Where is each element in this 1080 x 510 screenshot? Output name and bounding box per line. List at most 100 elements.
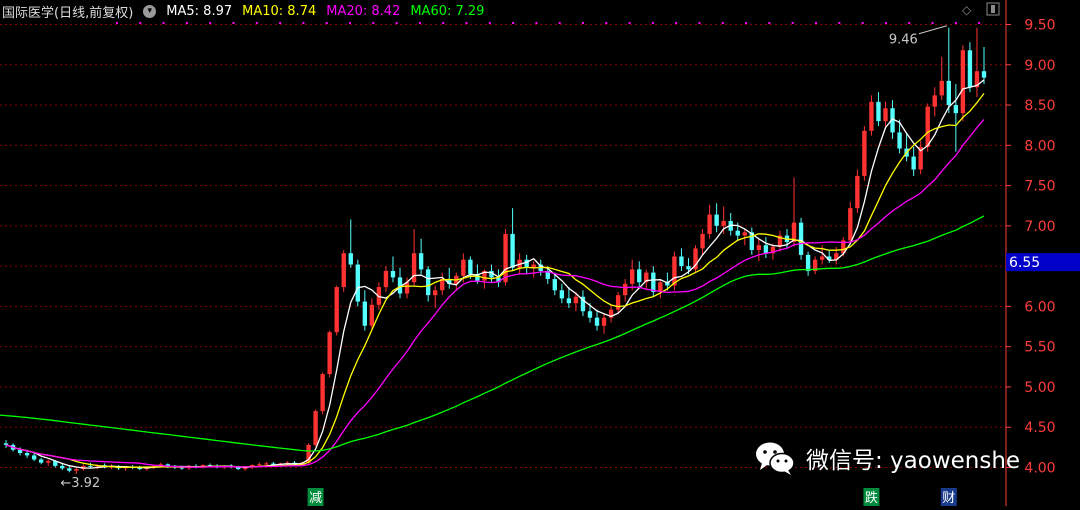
candle-body — [503, 234, 507, 282]
candle-body — [320, 374, 324, 411]
candle-body — [313, 411, 317, 445]
ma60-line — [6, 216, 984, 451]
candle-body — [954, 105, 958, 113]
top-marker-dot — [955, 22, 957, 24]
high-label: 9.46 — [889, 33, 918, 48]
high-arrow — [919, 26, 947, 34]
candle-body — [370, 305, 374, 326]
top-marker-dot — [256, 22, 258, 24]
top-marker-dot — [815, 22, 817, 24]
top-marker-dot — [326, 22, 328, 24]
candle-body — [961, 50, 965, 113]
event-tag-label: 跌 — [865, 490, 878, 506]
candle-body — [468, 260, 472, 274]
top-marker-dot — [489, 22, 491, 24]
candle-body — [947, 81, 951, 105]
candle-body — [25, 453, 29, 455]
candle-body — [412, 253, 416, 282]
y-tick-label: 4.50 — [1024, 420, 1055, 436]
candle-body — [911, 157, 915, 170]
candle-body — [658, 282, 662, 292]
candle-body — [510, 234, 514, 268]
ma60-label: MA60: 7.29 — [410, 4, 484, 19]
top-marker-dot — [582, 22, 584, 24]
y-tick-label: 7.00 — [1024, 219, 1055, 235]
ma5-line — [6, 80, 984, 468]
candle-body — [848, 208, 852, 240]
candle-body — [433, 290, 437, 295]
top-marker-dot — [978, 22, 980, 24]
candle-body — [630, 269, 634, 283]
candle-body — [806, 255, 810, 271]
candle-body — [968, 50, 972, 87]
top-marker-dot — [512, 22, 514, 24]
candle-body — [257, 464, 261, 465]
top-marker-dot — [186, 22, 188, 24]
candle-body — [862, 131, 866, 176]
candle-body — [926, 107, 930, 147]
top-marker-dot — [862, 22, 864, 24]
chart-canvas[interactable]: 4.004.505.005.506.006.507.007.508.008.50… — [0, 0, 1080, 506]
kline-chart[interactable]: 4.004.505.005.506.006.507.007.508.008.50… — [0, 0, 1080, 506]
candle-body — [940, 81, 944, 95]
top-marker-dot — [675, 22, 677, 24]
candle-body — [560, 290, 564, 298]
top-marker-dot — [559, 22, 561, 24]
candle-body — [637, 269, 641, 282]
top-marker-dot — [139, 22, 141, 24]
top-marker-dot — [885, 22, 887, 24]
ma20-line — [6, 119, 984, 467]
dropdown-icon[interactable]: ▾ — [143, 5, 156, 18]
candle-body — [461, 260, 465, 276]
candle-body — [595, 318, 599, 326]
candle-body — [933, 95, 937, 106]
candle-body — [553, 279, 557, 290]
current-price-label: 6.55 — [1009, 255, 1040, 271]
top-marker-dot — [349, 22, 351, 24]
candle-body — [588, 311, 592, 317]
candle-body — [883, 108, 887, 121]
candle-body — [384, 271, 388, 287]
candle-body — [356, 265, 360, 302]
y-tick-label: 6.00 — [1024, 299, 1055, 315]
candle-body — [4, 443, 8, 445]
y-tick-label: 5.50 — [1024, 340, 1055, 356]
top-marker-dot — [908, 22, 910, 24]
top-marker-dot — [745, 22, 747, 24]
candle-body — [869, 102, 873, 131]
candle-body — [757, 245, 761, 250]
top-marker-dot — [629, 22, 631, 24]
top-marker-dot — [396, 22, 398, 24]
candle-body — [88, 466, 92, 467]
low-label: ←3.92 — [60, 476, 100, 491]
candle-body — [897, 132, 901, 148]
top-marker-dot — [419, 22, 421, 24]
y-tick-label: 8.50 — [1024, 98, 1055, 114]
candle-body — [707, 215, 711, 234]
restore-icon[interactable] — [986, 2, 1000, 19]
top-marker-dot — [768, 22, 770, 24]
candle-body — [342, 253, 346, 287]
chart-header: 国际医学(日线,前复权) ▾ MA5: 8.97 MA10: 8.74 MA20… — [2, 2, 484, 20]
ma20-label: MA20: 8.42 — [326, 4, 400, 19]
candle-body — [335, 287, 339, 332]
candle-body — [32, 455, 36, 459]
stock-title[interactable]: 国际医学(日线,前复权) — [2, 2, 133, 21]
y-tick-label: 8.00 — [1024, 138, 1055, 154]
candle-body — [736, 231, 740, 236]
diamond-icon[interactable]: ◇ — [962, 3, 971, 17]
candle-body — [876, 102, 880, 121]
candle-body — [567, 298, 571, 303]
ma10-label: MA10: 8.74 — [242, 4, 316, 19]
candle-body — [18, 450, 22, 453]
watermark-text: 微信号: yaowenshe — [806, 441, 1020, 475]
candle-body — [714, 215, 718, 226]
candle-body — [602, 318, 606, 326]
candle-body — [60, 466, 64, 468]
top-marker-dot — [792, 22, 794, 24]
top-marker-dot — [932, 22, 934, 24]
candle-body — [651, 273, 655, 292]
candle-body — [67, 468, 71, 470]
top-marker-dot — [116, 22, 118, 24]
event-tag-label: 减 — [309, 491, 322, 506]
